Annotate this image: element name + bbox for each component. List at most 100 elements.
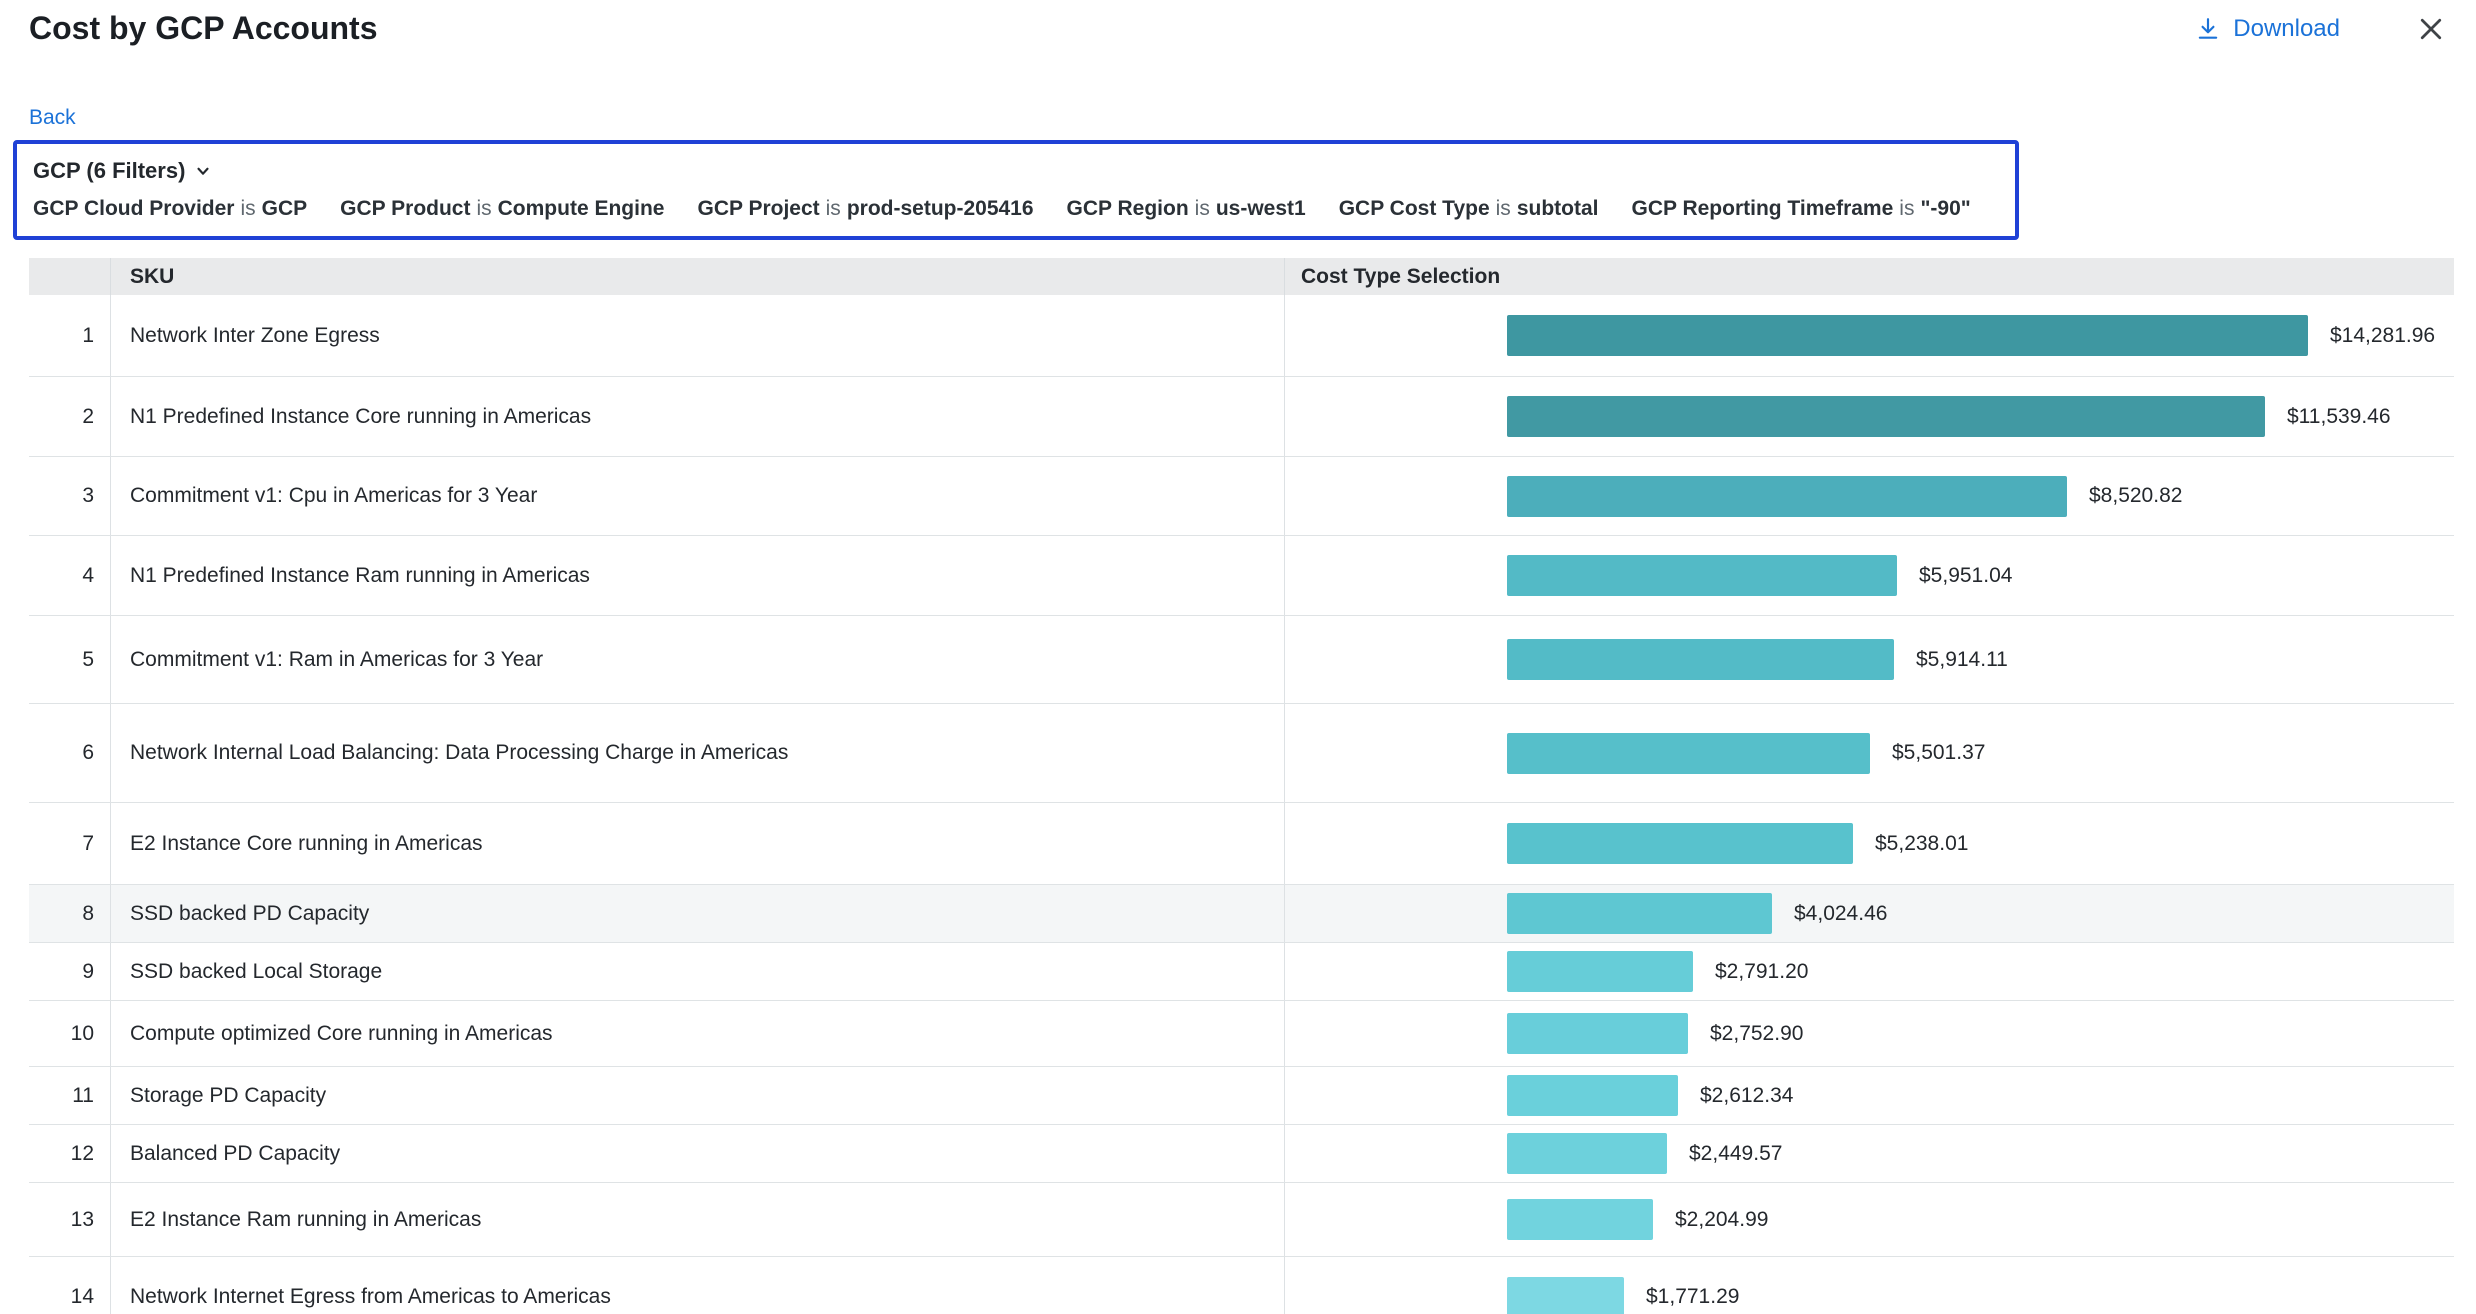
filter-value: "-90" [1920,197,1970,221]
filter-value: prod-setup-205416 [847,197,1034,221]
cost-value: $2,791.20 [1715,960,1808,984]
row-index: 8 [29,885,111,942]
cost-value: $5,951.04 [1919,564,2012,588]
cost-bar[interactable] [1507,476,2067,517]
chevron-down-icon [194,162,212,180]
cost-value: $8,520.82 [2089,484,2182,508]
filter-items: GCP Cloud Provider is GCP GCP Product is… [33,197,1999,221]
chart-cell: $5,951.04 [1285,536,2454,615]
table-row[interactable]: 5Commitment v1: Ram in Americas for 3 Ye… [29,616,2454,704]
cost-bar[interactable] [1507,555,1897,596]
row-index: 1 [29,295,111,376]
filter-item: GCP Cloud Provider is GCP [33,197,307,221]
filter-field: GCP Cost Type [1339,197,1490,221]
cost-bar[interactable] [1507,893,1772,934]
sku-cell: Compute optimized Core running in Americ… [111,1001,1285,1066]
table-row[interactable]: 2N1 Predefined Instance Core running in … [29,377,2454,457]
download-icon [2195,16,2221,42]
cost-value: $5,238.01 [1875,832,1968,856]
cost-bar[interactable] [1507,951,1693,992]
cost-bar[interactable] [1507,639,1894,680]
row-index: 13 [29,1183,111,1256]
cost-bar[interactable] [1507,1199,1653,1240]
cost-bar[interactable] [1507,733,1870,774]
sku-cell: Commitment v1: Ram in Americas for 3 Yea… [111,616,1285,703]
filter-item: GCP Reporting Timeframe is "-90" [1631,197,1970,221]
filter-value: subtotal [1517,197,1599,221]
chart-cell: $5,238.01 [1285,803,2454,884]
cost-bar[interactable] [1507,315,2308,356]
cost-value: $4,024.46 [1794,902,1887,926]
chart-cell: $11,539.46 [1285,377,2454,456]
filter-value: Compute Engine [498,197,665,221]
filters-summary-label: GCP (6 Filters) [33,158,185,184]
row-index: 14 [29,1257,111,1314]
column-header-sku[interactable]: SKU [111,258,1285,295]
chart-cell: $5,501.37 [1285,704,2454,802]
back-link[interactable]: Back [29,106,76,130]
sku-cell: Network Internal Load Balancing: Data Pr… [111,704,1285,802]
row-index: 6 [29,704,111,802]
row-index: 7 [29,803,111,884]
filter-operator: is [476,197,491,221]
row-index: 9 [29,943,111,1000]
download-button[interactable]: Download [2195,15,2340,43]
cost-bar[interactable] [1507,1075,1678,1116]
table-row[interactable]: 11Storage PD Capacity$2,612.34 [29,1067,2454,1125]
cost-bar[interactable] [1507,1277,1624,1314]
filter-field: GCP Project [697,197,819,221]
table-row[interactable]: 10Compute optimized Core running in Amer… [29,1001,2454,1067]
page-title: Cost by GCP Accounts [29,10,378,47]
table-row[interactable]: 14Network Internet Egress from Americas … [29,1257,2454,1314]
table-row[interactable]: 12Balanced PD Capacity$2,449.57 [29,1125,2454,1183]
filter-operator: is [240,197,255,221]
table-header: SKU Cost Type Selection [29,258,2454,295]
table-row[interactable]: 9SSD backed Local Storage$2,791.20 [29,943,2454,1001]
table-row[interactable]: 8SSD backed PD Capacity$4,024.46 [29,885,2454,943]
table-row[interactable]: 4N1 Predefined Instance Ram running in A… [29,536,2454,616]
sku-cell: Commitment v1: Cpu in Americas for 3 Yea… [111,457,1285,535]
chart-cell: $8,520.82 [1285,457,2454,535]
chart-cell: $2,612.34 [1285,1067,2454,1124]
filter-operator: is [1496,197,1511,221]
sku-cell: Network Inter Zone Egress [111,295,1285,376]
cost-by-gcp-accounts-modal: Cost by GCP Accounts Download Back GCP (… [0,0,2476,1314]
cost-value: $11,539.46 [2287,405,2391,429]
filter-item: GCP Cost Type is subtotal [1339,197,1599,221]
sku-cell: E2 Instance Ram running in Americas [111,1183,1285,1256]
cost-bar[interactable] [1507,1013,1688,1054]
download-label: Download [2233,15,2340,43]
table-body: 1Network Inter Zone Egress $14,281.96 2N1 … [29,295,2454,1314]
chart-cell: $2,204.99 [1285,1183,2454,1256]
filter-field: GCP Reporting Timeframe [1631,197,1893,221]
cost-value: $2,204.99 [1675,1208,1768,1232]
cost-bar[interactable] [1507,396,2265,437]
table-row[interactable]: 1Network Inter Zone Egress $14,281.96 [29,295,2454,377]
cost-bar[interactable] [1507,1133,1667,1174]
close-button[interactable] [2416,14,2446,44]
table-row[interactable]: 13E2 Instance Ram running in Americas $2,… [29,1183,2454,1257]
sku-cell: Storage PD Capacity [111,1067,1285,1124]
chart-cell: $4,024.46 [1285,885,2454,942]
table-row[interactable]: 7E2 Instance Core running in Americas$5,… [29,803,2454,885]
column-header-cost-type[interactable]: Cost Type Selection [1285,258,2454,295]
column-header-index [29,258,111,295]
table-row[interactable]: 6Network Internal Load Balancing: Data P… [29,704,2454,803]
sku-cell: Network Internet Egress from Americas to… [111,1257,1285,1314]
filter-operator: is [1195,197,1210,221]
filters-dropdown-toggle[interactable]: GCP (6 Filters) [33,153,1999,189]
filter-item: GCP Region is us-west1 [1067,197,1306,221]
row-index: 10 [29,1001,111,1066]
cost-value: $14,281.96 [2330,324,2435,348]
cost-bar[interactable] [1507,823,1853,864]
row-index: 5 [29,616,111,703]
chart-cell: $2,449.57 [1285,1125,2454,1182]
row-index: 12 [29,1125,111,1182]
chart-cell: $2,752.90 [1285,1001,2454,1066]
row-index: 11 [29,1067,111,1124]
filter-value: us-west1 [1216,197,1306,221]
cost-table: SKU Cost Type Selection 1Network Inter Z… [29,258,2454,1314]
cost-value: $5,914.11 [1916,648,2008,672]
filter-item: GCP Product is Compute Engine [340,197,664,221]
table-row[interactable]: 3Commitment v1: Cpu in Americas for 3 Ye… [29,457,2454,536]
